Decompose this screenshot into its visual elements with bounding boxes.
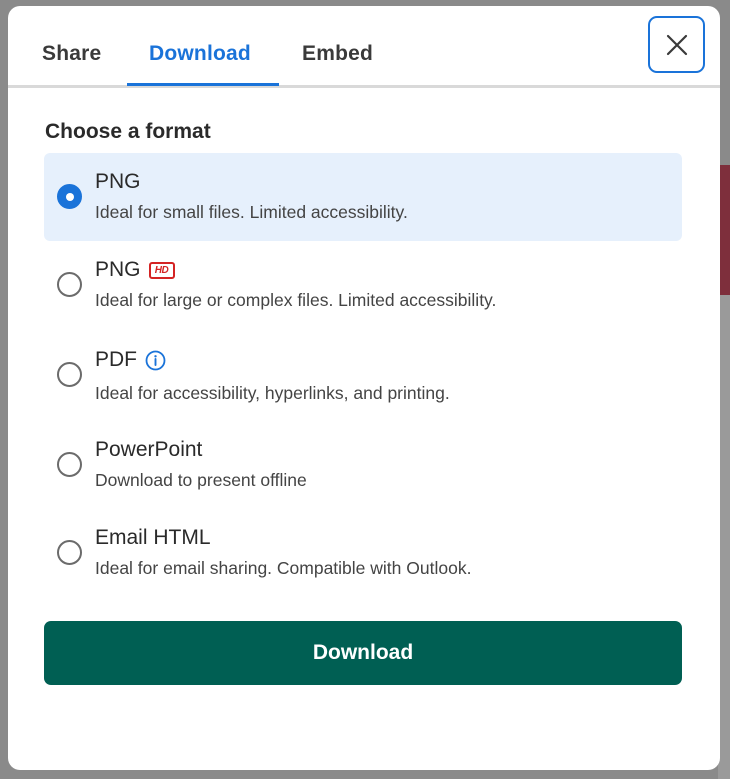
- option-description: Ideal for small files. Limited accessibi…: [95, 202, 408, 222]
- active-tab-indicator: [127, 83, 279, 86]
- close-button[interactable]: [648, 16, 705, 73]
- tab-download[interactable]: Download: [149, 42, 251, 66]
- option-description: Ideal for email sharing. Compatible with…: [95, 558, 472, 578]
- format-option-png-hd[interactable]: PNG HD Ideal for large or complex files.…: [44, 246, 682, 324]
- format-option-pdf[interactable]: PDF Ideal for accessibility, hyperlinks,…: [44, 336, 682, 414]
- download-modal: Share Download Embed Choose a format PNG…: [8, 6, 720, 770]
- option-description: Ideal for large or complex files. Limite…: [95, 290, 497, 310]
- option-title: PowerPoint: [95, 438, 203, 461]
- section-title: Choose a format: [45, 120, 211, 143]
- close-icon: [666, 34, 687, 55]
- hd-badge: HD: [148, 261, 175, 279]
- format-option-powerpoint[interactable]: PowerPoint Download to present offline: [44, 426, 682, 504]
- radio-png[interactable]: [57, 184, 82, 209]
- radio-pdf[interactable]: [57, 362, 82, 387]
- tab-embed[interactable]: Embed: [302, 42, 373, 66]
- download-button[interactable]: Download: [44, 621, 682, 685]
- option-title: PNG: [95, 170, 141, 193]
- option-description: Download to present offline: [95, 470, 307, 490]
- option-title: PDF: [95, 348, 137, 371]
- format-option-png[interactable]: PNG Ideal for small files. Limited acces…: [44, 153, 682, 241]
- radio-email-html[interactable]: [57, 540, 82, 565]
- radio-png-hd[interactable]: [57, 272, 82, 297]
- option-description: Ideal for accessibility, hyperlinks, and…: [95, 383, 450, 403]
- format-option-email-html[interactable]: Email HTML Ideal for email sharing. Comp…: [44, 514, 682, 592]
- option-title: Email HTML: [95, 526, 211, 549]
- radio-powerpoint[interactable]: [57, 452, 82, 477]
- info-icon[interactable]: [145, 350, 166, 371]
- option-title: PNG: [95, 258, 141, 281]
- tab-share[interactable]: Share: [42, 42, 101, 66]
- tab-bar: Share Download Embed: [8, 6, 720, 88]
